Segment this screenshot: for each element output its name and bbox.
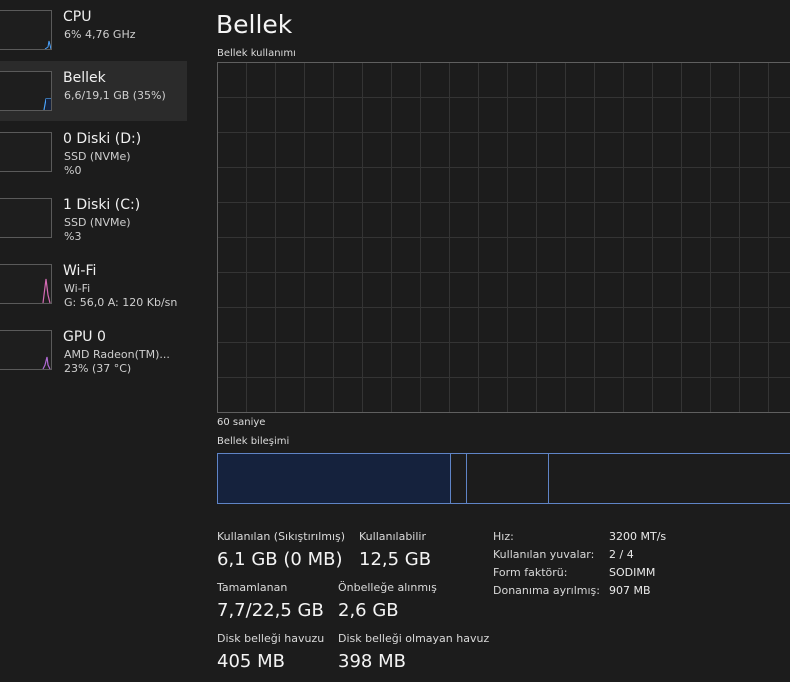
time-axis-label: 60 saniye — [217, 417, 266, 428]
slots-value: 2 / 4 — [609, 548, 634, 561]
hardware-reserved-label: Donanıma ayrılmış: — [493, 584, 600, 597]
sidebar-item-gpu-0[interactable]: GPU 0 AMD Radeon(TM)... 23% (37 °C) — [0, 320, 187, 380]
sidebar-item-memory[interactable]: Bellek 6,6/19,1 GB (35%) — [0, 61, 187, 121]
sidebar-item-subtitle: 6,6/19,1 GB (35%) — [64, 89, 166, 102]
disk1-thumbnail-graph — [0, 198, 52, 238]
sidebar-item-title: CPU — [63, 9, 92, 25]
sidebar-item-subtitle: AMD Radeon(TM)... — [64, 348, 170, 361]
disk0-thumbnail-graph — [0, 132, 52, 172]
sidebar-item-disk-1[interactable]: 1 Diski (C:) SSD (NVMe) %3 — [0, 188, 187, 248]
wifi-thumbnail-graph — [0, 264, 52, 304]
sidebar-item-title: 1 Diski (C:) — [63, 197, 141, 213]
memory-composition-bar — [217, 453, 790, 504]
speed-value: 3200 MT/s — [609, 530, 667, 543]
composition-divider — [466, 454, 467, 503]
nonpaged-pool-label: Disk belleği olmayan havuz — [338, 632, 490, 645]
committed-label: Tamamlanan — [217, 581, 288, 594]
composition-in-use — [218, 454, 451, 503]
sidebar-item-subtitle: SSD (NVMe) — [64, 216, 131, 229]
hardware-reserved-value: 907 MB — [609, 584, 651, 597]
in-use-label: Kullanılan (Sıkıştırılmış) — [217, 530, 346, 543]
usage-graph-label: Bellek kullanımı — [217, 48, 296, 59]
sidebar-item-disk-0[interactable]: 0 Diski (D:) SSD (NVMe) %0 — [0, 122, 187, 182]
cpu-thumbnail-graph — [0, 10, 52, 50]
sidebar-item-subtitle: 6% 4,76 GHz — [64, 28, 136, 41]
gpu-thumbnail-graph — [0, 330, 52, 370]
speed-label: Hız: — [493, 530, 514, 543]
sidebar-item-detail: G: 56,0 A: 120 Kb/sn — [64, 296, 178, 309]
memory-usage-graph — [217, 62, 790, 413]
sidebar-item-wifi[interactable]: Wi-Fi Wi-Fi G: 56,0 A: 120 Kb/sn — [0, 254, 187, 314]
sidebar-item-subtitle: SSD (NVMe) — [64, 150, 131, 163]
nonpaged-pool-value: 398 MB — [338, 651, 406, 672]
sidebar-item-cpu[interactable]: CPU 6% 4,76 GHz — [0, 0, 187, 60]
sidebar-item-title: Wi-Fi — [63, 263, 97, 279]
in-use-value: 6,1 GB (0 MB) — [217, 549, 343, 570]
sidebar-item-detail: %0 — [64, 164, 82, 177]
available-label: Kullanılabilir — [359, 530, 426, 543]
composition-divider — [548, 454, 549, 503]
memory-thumbnail-graph — [0, 71, 52, 111]
available-value: 12,5 GB — [359, 549, 432, 570]
sidebar-item-subtitle: Wi-Fi — [64, 282, 91, 295]
paged-pool-value: 405 MB — [217, 651, 285, 672]
slots-label: Kullanılan yuvalar: — [493, 548, 595, 561]
sidebar-item-title: 0 Diski (D:) — [63, 131, 142, 147]
sidebar-item-detail: 23% (37 °C) — [64, 362, 132, 375]
form-factor-value: SODIMM — [609, 566, 656, 579]
sidebar: CPU 6% 4,76 GHz Bellek 6,6/19,1 GB (35%)… — [0, 0, 187, 682]
sidebar-item-detail: %3 — [64, 230, 82, 243]
sidebar-item-title: GPU 0 — [63, 329, 106, 345]
page-title: Bellek — [216, 10, 293, 39]
committed-value: 7,7/22,5 GB — [217, 600, 324, 621]
cached-label: Önbelleğe alınmış — [338, 581, 437, 594]
cached-value: 2,6 GB — [338, 600, 399, 621]
paged-pool-label: Disk belleği havuzu — [217, 632, 325, 645]
composition-label: Bellek bileşimi — [217, 436, 290, 447]
sidebar-item-title: Bellek — [63, 70, 106, 86]
form-factor-label: Form faktörü: — [493, 566, 568, 579]
